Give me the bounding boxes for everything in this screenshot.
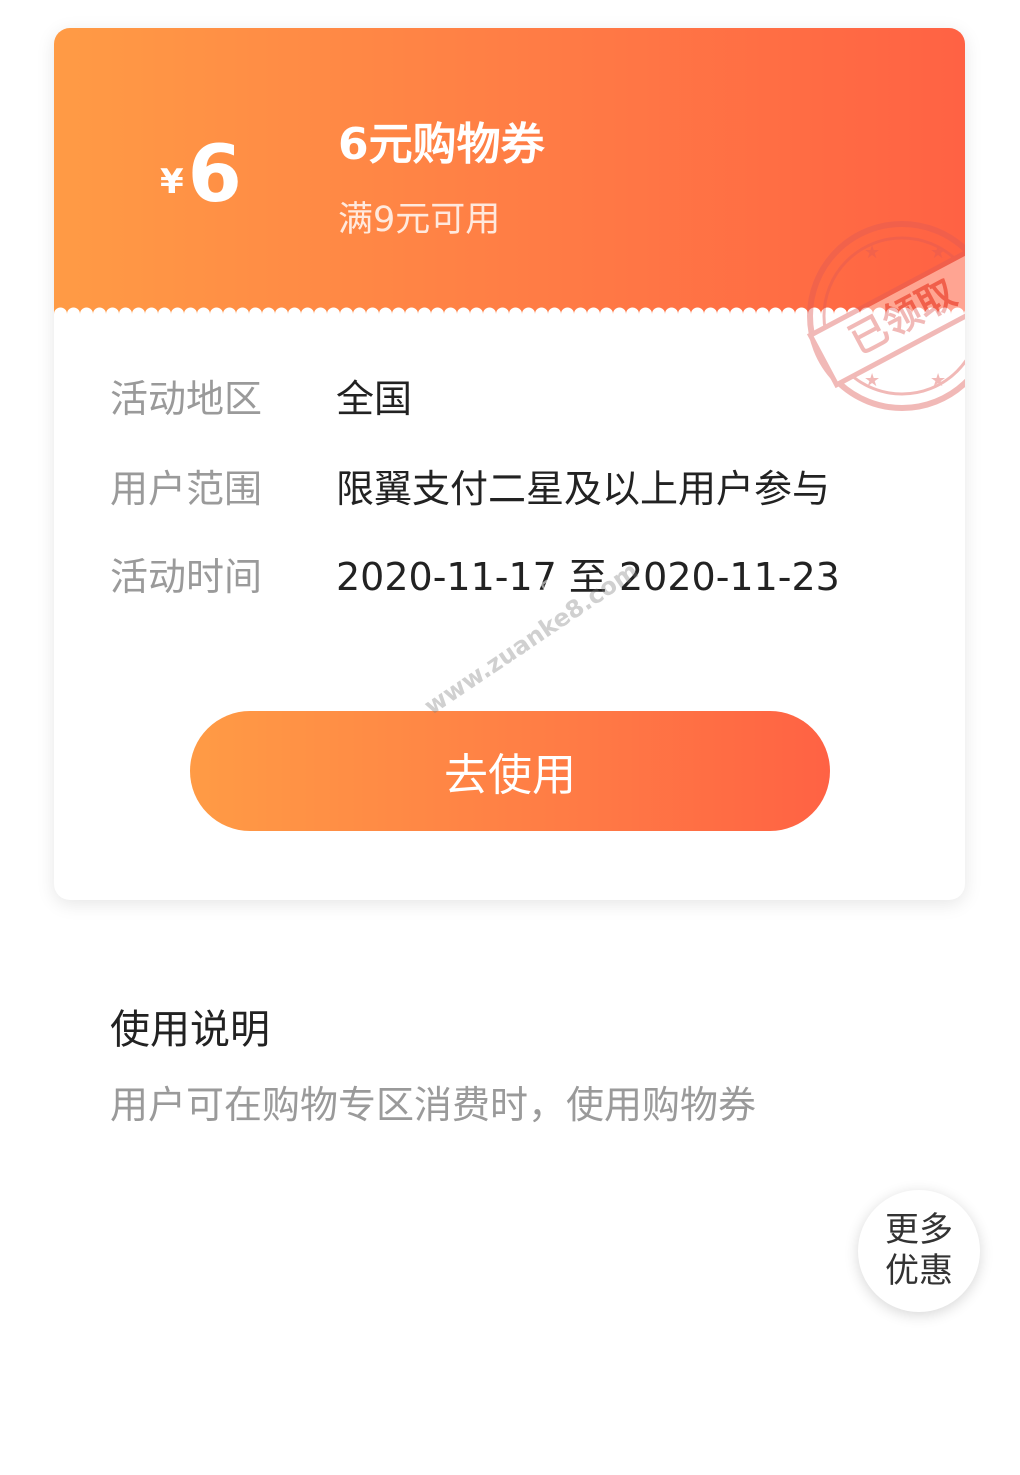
use-coupon-button[interactable]: 去使用	[190, 711, 830, 831]
user-scope-value: 限翼支付二星及以上用户参与	[336, 467, 831, 511]
region-value: 全国	[336, 377, 413, 421]
coupon-card: ¥6 6元购物券 满9元可用 已领取 ★ ★ ★ ★ 活动地区 全国 用户范围 …	[54, 28, 965, 900]
amount-value: 6	[187, 130, 242, 220]
more-offers-button[interactable]: 更多 优惠	[858, 1190, 980, 1312]
svg-text:★: ★	[930, 242, 946, 263]
period-label: 活动时间	[110, 555, 263, 599]
coupon-amount: ¥6	[160, 136, 242, 214]
coupon-title: 6元购物券	[338, 119, 545, 170]
period-value: 2020-11-17 至 2020-11-23	[336, 555, 840, 599]
coupon-condition: 满9元可用	[338, 200, 501, 240]
claimed-stamp-icon: 已领取 ★ ★ ★ ★	[806, 221, 965, 411]
more-offers-line2: 优惠	[885, 1251, 953, 1291]
svg-text:★: ★	[864, 370, 880, 391]
svg-text:★: ★	[930, 370, 946, 391]
instructions-title: 使用说明	[110, 1007, 270, 1053]
svg-text:★: ★	[864, 242, 880, 263]
user-scope-label: 用户范围	[110, 467, 263, 511]
region-label: 活动地区	[110, 377, 263, 421]
instructions-text: 用户可在购物专区消费时，使用购物券	[110, 1083, 757, 1127]
currency-symbol: ¥	[160, 162, 184, 202]
more-offers-line1: 更多	[885, 1210, 953, 1251]
